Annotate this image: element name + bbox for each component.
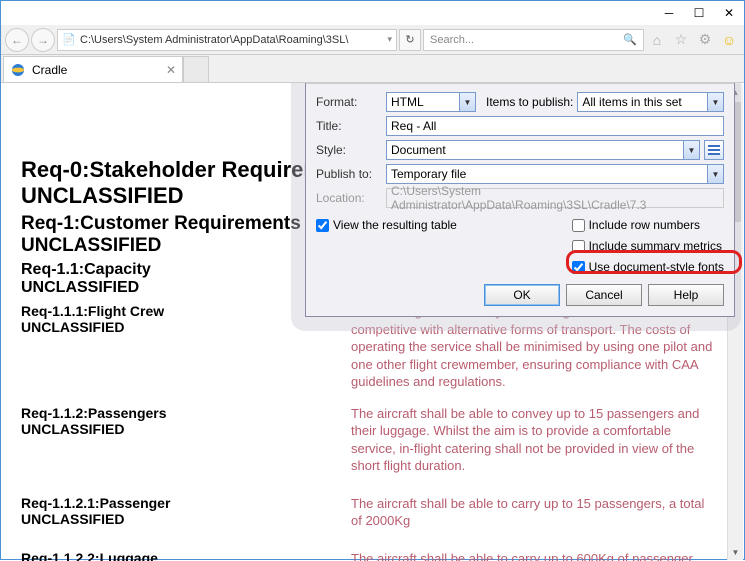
search-placeholder: Search... [430,34,474,46]
req-body: The aircraft shall be able to convey up … [351,405,724,475]
chevron-down-icon: ▼ [707,165,723,183]
style-browse-button[interactable] [704,140,724,160]
button-label: OK [513,288,530,302]
req-heading: Req-1.1.2:Passengers [21,405,351,421]
location-input: C:\Users\System Administrator\AppData\Ro… [386,188,724,208]
publish-to-combo[interactable]: Temporary file ▼ [386,164,724,184]
dialog-button-row: OK Cancel Help [316,284,724,306]
checkbox[interactable] [572,219,585,232]
req-heading: Req-1.1.2.1:Passenger [21,495,351,511]
items-combo[interactable]: All items in this set ▼ [577,92,724,112]
style-combo[interactable]: Document ▼ [386,140,700,160]
format-combo[interactable]: HTML ▼ [386,92,476,112]
browser-toolbar: ← → 📄 C:\Users\System Administrator\AppD… [1,25,744,55]
label-publish-to: Publish to: [316,167,382,181]
minimize-button[interactable]: ─ [654,2,684,24]
checkbox[interactable] [316,219,329,232]
button-label: Help [674,288,699,302]
list-icon [708,145,720,155]
classification: UNCLASSIFIED [21,511,351,527]
check-row-numbers[interactable]: Include row numbers [572,218,724,232]
req-heading: Req-1.1.2.2:Luggage [21,550,351,561]
close-button[interactable]: ✕ [714,2,744,24]
address-text: C:\Users\System Administrator\AppData\Ro… [80,34,348,46]
scroll-down-icon[interactable]: ▼ [728,544,743,560]
refresh-button[interactable]: ↻ [399,29,421,51]
ok-button[interactable]: OK [484,284,560,306]
highlight-annotation [566,250,742,274]
req-row: Req-1.1.2:Passengers UNCLASSIFIED The ai… [21,405,724,475]
search-box[interactable]: Search... 🔍 [423,29,644,51]
window-titlebar: ─ ☐ ✕ [1,1,744,25]
chevron-down-icon: ▼ [683,141,699,159]
new-tab-button[interactable] [183,56,209,82]
req-row: Req-1.1.2.1:Passenger UNCLASSIFIED The a… [21,495,724,530]
tab-title: Cradle [32,63,67,77]
label-location: Location: [316,191,382,205]
title-input[interactable]: Req - All [386,116,724,136]
dropdown-icon[interactable]: ▾ [387,34,392,45]
tools-icon[interactable]: ⚙ [694,29,716,51]
tab-strip: Cradle ✕ [1,55,744,83]
format-value: HTML [391,95,424,109]
check-view-resulting[interactable]: View the resulting table [316,218,457,232]
tab-cradle[interactable]: Cradle ✕ [3,56,183,82]
label-format: Format: [316,95,382,109]
dialog-shadow: W Publish Table ✕ Format: HTML▼ Items to… [291,83,741,331]
chevron-down-icon: ▼ [707,93,723,111]
ie-icon [10,62,26,78]
home-icon[interactable]: ⌂ [646,29,668,51]
check-label: View the resulting table [333,218,457,232]
label-style: Style: [316,143,382,157]
forward-button[interactable]: → [31,28,55,52]
label-items: Items to publish: [486,95,573,109]
page-icon: 📄 [62,33,76,47]
cancel-button[interactable]: Cancel [566,284,642,306]
title-value: Req - All [391,119,436,133]
req-row: Req-1.1.2.2:Luggage The aircraft shall b… [21,550,724,561]
items-value: All items in this set [582,95,681,109]
label-title: Title: [316,119,382,133]
tab-close-icon[interactable]: ✕ [166,63,176,77]
classification: UNCLASSIFIED [21,421,351,437]
button-label: Cancel [585,288,622,302]
chevron-down-icon: ▼ [459,93,475,111]
favorites-icon[interactable]: ☆ [670,29,692,51]
publish-to-value: Temporary file [391,167,466,181]
help-button[interactable]: Help [648,284,724,306]
page-content: Req-0:Stakeholder Requirements UNCLASSIF… [1,83,744,561]
req-body: The aircraft shall be able to carry up t… [351,495,724,530]
publish-table-dialog: W Publish Table ✕ Format: HTML▼ Items to… [305,83,735,317]
back-button[interactable]: ← [5,28,29,52]
feedback-icon[interactable]: ☺ [718,29,740,51]
address-bar[interactable]: 📄 C:\Users\System Administrator\AppData\… [57,29,397,51]
maximize-button[interactable]: ☐ [684,2,714,24]
search-icon[interactable]: 🔍 [623,33,637,46]
style-value: Document [391,143,446,157]
req-body: The aircraft shall be able to carry up t… [351,550,724,561]
check-label: Include row numbers [589,218,700,232]
location-value: C:\Users\System Administrator\AppData\Ro… [391,184,719,212]
